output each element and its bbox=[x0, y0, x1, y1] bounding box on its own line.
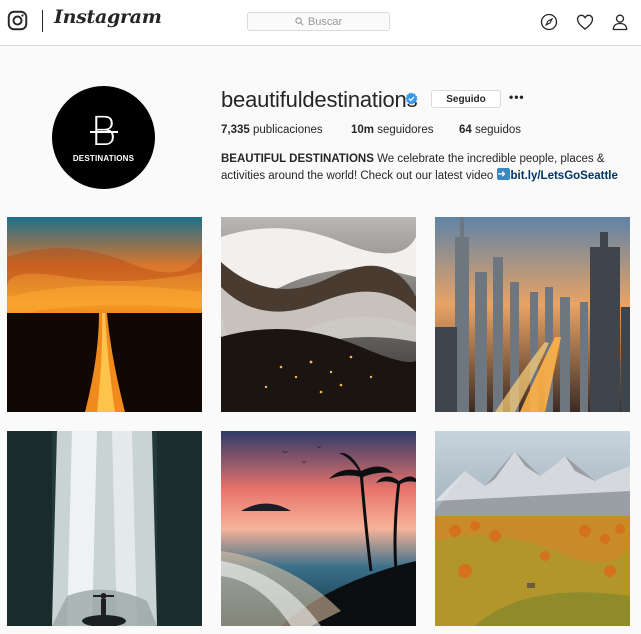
post-tile-6[interactable] bbox=[435, 431, 630, 626]
post-image-city-skyline bbox=[435, 217, 630, 412]
followers-count: 10m bbox=[351, 124, 375, 136]
posts-label: publicaciones bbox=[252, 124, 323, 136]
post-tile-4[interactable] bbox=[7, 431, 202, 626]
compass-icon[interactable] bbox=[539, 12, 559, 32]
following-stat[interactable]: 64 seguidos bbox=[459, 124, 521, 136]
following-label: seguidos bbox=[475, 124, 522, 136]
search-placeholder: Buscar bbox=[307, 15, 343, 28]
followers-label: seguidores bbox=[377, 124, 434, 136]
more-options-icon[interactable]: ••• bbox=[509, 91, 525, 103]
post-image-fog-mountains bbox=[221, 217, 416, 412]
profile-icon[interactable] bbox=[610, 12, 630, 32]
post-tile-2[interactable] bbox=[221, 217, 416, 412]
followers-stat[interactable]: 10m seguidores bbox=[351, 124, 434, 136]
post-image-autumn-mountains bbox=[435, 431, 630, 626]
avatar-bar bbox=[89, 131, 118, 133]
post-image-waterfall bbox=[7, 431, 202, 626]
avatar-text: DESTINATIONS bbox=[72, 154, 135, 163]
instagram-logo[interactable]: Instagram bbox=[54, 6, 162, 28]
verified-badge-icon bbox=[405, 92, 418, 105]
header-divider bbox=[42, 10, 43, 32]
following-button[interactable]: Seguido bbox=[431, 90, 501, 108]
bio-name: BEAUTIFUL DESTINATIONS bbox=[221, 153, 374, 165]
post-tile-1[interactable] bbox=[7, 217, 202, 412]
posts-stat: 7,335 publicaciones bbox=[221, 124, 323, 136]
profile-username: beautifuldestinations bbox=[221, 87, 418, 112]
following-count: 64 bbox=[459, 124, 472, 136]
posts-count: 7,335 bbox=[221, 124, 250, 136]
profile-avatar[interactable]: B DESTINATIONS bbox=[52, 86, 155, 189]
post-tile-3[interactable] bbox=[435, 217, 630, 412]
arrow-emoji-icon bbox=[496, 166, 510, 183]
top-nav-bar: Instagram Buscar bbox=[0, 0, 641, 46]
profile-bio: BEAUTIFUL DESTINATIONS We celebrate the … bbox=[221, 151, 631, 185]
post-image-sunset-river bbox=[7, 217, 202, 412]
bio-link[interactable]: bit.ly/LetsGoSeattle bbox=[511, 170, 618, 182]
post-tile-5[interactable] bbox=[221, 431, 416, 626]
instagram-glyph-icon[interactable] bbox=[7, 10, 28, 31]
search-icon bbox=[295, 17, 304, 26]
post-image-tropical-beach bbox=[221, 431, 416, 626]
search-input[interactable]: Buscar bbox=[247, 12, 390, 31]
heart-icon[interactable] bbox=[575, 12, 595, 32]
